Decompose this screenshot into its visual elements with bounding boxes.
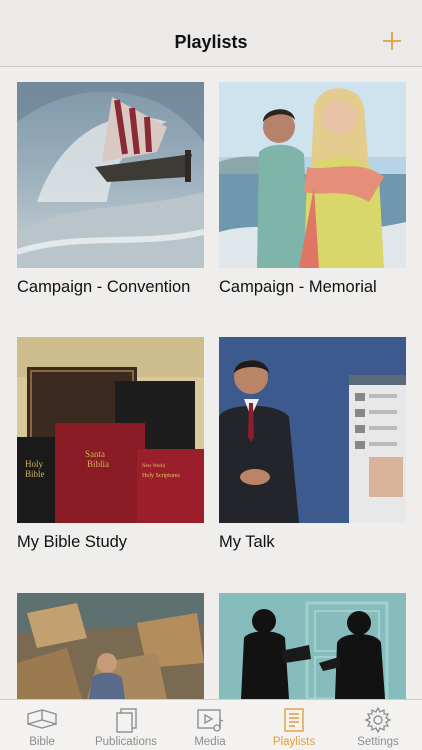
- page-title: Playlists: [174, 32, 248, 52]
- playlist-card[interactable]: Campaign - Convention: [17, 82, 204, 297]
- gear-icon: [364, 706, 392, 734]
- tab-label: Playlists: [272, 736, 316, 748]
- tab-bar: Bible Publications Media Playlists Setti…: [0, 699, 422, 750]
- playlist-thumbnail: [17, 593, 204, 699]
- svg-text:Holy: Holy: [25, 459, 44, 469]
- tab-label: Settings: [357, 736, 399, 748]
- tab-playlists[interactable]: Playlists: [252, 700, 336, 750]
- playlist-thumbnail: [219, 82, 406, 268]
- tab-label: Media: [194, 736, 226, 748]
- tab-bible[interactable]: Bible: [0, 700, 84, 750]
- playlist-card[interactable]: Holy Bible Santa Biblia New World Holy S…: [17, 337, 204, 552]
- svg-text:Biblia: Biblia: [87, 459, 109, 469]
- playlist-thumbnail: Holy Bible Santa Biblia New World Holy S…: [17, 337, 204, 523]
- tab-label: Publications: [94, 736, 157, 748]
- plus-icon[interactable]: [380, 29, 404, 53]
- media-icon: [197, 709, 224, 732]
- tab-publications[interactable]: Publications: [84, 700, 168, 750]
- playlist-card[interactable]: My Talk: [219, 337, 406, 552]
- playlist-title: My Talk: [219, 533, 275, 551]
- playlist-card[interactable]: [17, 593, 204, 699]
- playlist-title: Campaign - Memorial: [219, 278, 377, 296]
- tab-label: Bible: [29, 736, 55, 748]
- tab-media[interactable]: Media: [168, 700, 252, 750]
- playlist-icon: [284, 708, 304, 732]
- playlist-thumbnail: [17, 82, 204, 268]
- svg-text:Bible: Bible: [25, 469, 45, 479]
- playlist-title: My Bible Study: [17, 533, 128, 551]
- playlist-title: Campaign - Convention: [17, 278, 191, 296]
- stacked-pages-icon: [116, 708, 137, 733]
- playlist-card[interactable]: Campaign - Memorial: [219, 82, 406, 297]
- playlist-card[interactable]: [219, 593, 406, 699]
- playlist-thumbnail: [219, 337, 406, 523]
- playlist-grid: Campaign - Convention Campaign - Memoria…: [0, 67, 422, 699]
- playlist-thumbnail: [219, 593, 406, 699]
- navigation-bar: Playlists: [0, 0, 422, 67]
- svg-text:Santa: Santa: [85, 449, 105, 459]
- svg-text:New World: New World: [142, 464, 165, 469]
- svg-text:Holy Scriptures: Holy Scriptures: [142, 473, 180, 479]
- open-book-icon: [27, 709, 57, 729]
- tab-settings[interactable]: Settings: [336, 700, 420, 750]
